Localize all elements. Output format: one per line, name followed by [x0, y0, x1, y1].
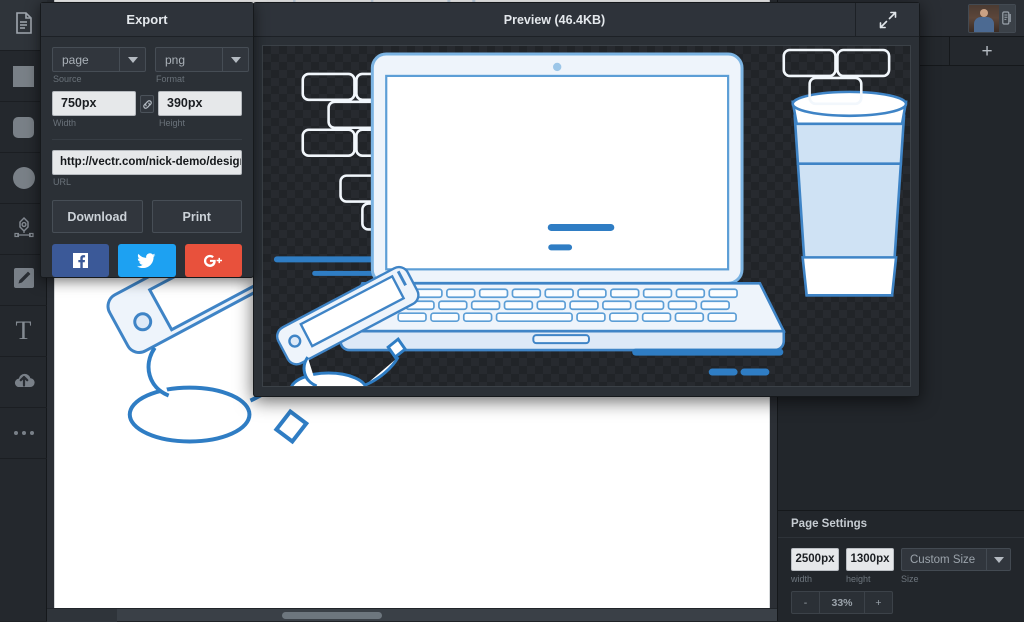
export-dialog-body: page Source png Format 750px Width 390px… — [41, 37, 253, 277]
facebook-icon — [73, 253, 89, 268]
pages-icon — [1002, 11, 1011, 25]
upload-tool[interactable] — [0, 357, 47, 408]
twitter-share-button[interactable] — [118, 244, 176, 277]
export-source-value: page — [62, 52, 89, 67]
export-dialog-title: Export — [41, 3, 253, 37]
rounded-square-icon — [13, 116, 34, 138]
page-size-value: Custom Size — [910, 553, 976, 566]
avatar-group[interactable] — [968, 3, 1016, 33]
page-settings-fields: 2500px width 1300px height Custom Size S… — [778, 538, 1024, 584]
scrollbar-thumb[interactable] — [282, 612, 382, 619]
avatar-body — [974, 16, 994, 32]
page-height-field: 1300px height — [846, 548, 894, 584]
export-url-label: URL — [53, 177, 72, 187]
scrollbar-track-cap — [47, 609, 117, 622]
export-dimensions-row: 750px Width 390px Height — [52, 91, 242, 128]
expand-preview-button[interactable] — [855, 2, 919, 37]
print-button[interactable]: Print — [151, 200, 242, 233]
preview-illustration — [273, 48, 908, 386]
googleplus-share-button[interactable] — [184, 244, 242, 277]
google-plus-icon — [204, 254, 223, 267]
export-width-field: 750px Width — [52, 91, 136, 128]
circle-icon — [12, 167, 35, 189]
export-format-value: png — [165, 52, 186, 67]
page-height-input[interactable]: 1300px — [846, 548, 894, 571]
page-size-field: Custom Size Size — [901, 548, 1011, 584]
text-tool[interactable]: T — [0, 306, 47, 357]
export-width-input[interactable]: 750px — [52, 91, 136, 116]
pages-toggle-button[interactable] — [999, 4, 1015, 32]
export-height-field: 390px Height — [158, 91, 242, 128]
export-format-label: Format — [156, 74, 185, 84]
page-settings-title: Page Settings — [778, 511, 1024, 538]
export-height-input[interactable]: 390px — [158, 91, 242, 116]
export-action-buttons: Download Print — [52, 200, 242, 233]
page-width-input[interactable]: 2500px — [791, 548, 839, 571]
chevron-down-icon — [119, 48, 145, 71]
page-size-select[interactable]: Custom Size — [901, 548, 1011, 571]
page-height-label: height — [846, 574, 871, 584]
upload-cloud-icon — [12, 370, 36, 395]
zoom-value: 33% — [831, 596, 853, 609]
export-url-field: http://vectr.com/nick-demo/designs/ma UR… — [52, 150, 242, 187]
avatar[interactable] — [969, 4, 999, 32]
chevron-down-icon — [222, 48, 248, 71]
export-dialog: Export page Source png Format 750px Widt… — [40, 2, 254, 278]
document-icon — [14, 11, 33, 39]
add-page-button[interactable]: + — [950, 37, 1024, 65]
page-width-label: width — [791, 574, 813, 584]
preview-header: Preview (46.4KB) — [254, 2, 919, 37]
page-settings-panel: Page Settings 2500px width 1300px height… — [778, 510, 1024, 621]
export-source-field: page Source — [52, 47, 146, 84]
avatar-head — [980, 8, 988, 17]
export-source-select[interactable]: page — [52, 47, 146, 72]
preview-canvas — [262, 45, 911, 387]
more-tool[interactable] — [0, 408, 47, 459]
export-format-select[interactable]: png — [155, 47, 249, 72]
facebook-share-button[interactable] — [52, 244, 110, 277]
download-button[interactable]: Download — [52, 200, 143, 233]
pen-tool-icon — [12, 215, 36, 244]
export-source-format-row: page Source png Format — [52, 47, 249, 84]
export-divider — [52, 139, 242, 140]
chevron-down-icon — [986, 549, 1010, 570]
text-icon: T — [15, 316, 32, 345]
social-share-buttons — [52, 244, 242, 277]
zoom-out-button[interactable]: - — [792, 592, 820, 613]
pencil-icon — [13, 267, 35, 294]
export-height-label: Height — [159, 118, 186, 128]
zoom-control: - 33% + — [791, 591, 893, 614]
export-source-label: Source — [53, 74, 82, 84]
twitter-icon — [137, 252, 157, 268]
zoom-in-button[interactable]: + — [864, 592, 892, 613]
horizontal-scrollbar[interactable] — [47, 608, 777, 622]
page-width-field: 2500px width — [791, 548, 839, 584]
square-icon — [13, 65, 34, 87]
preview-panel: Preview (46.4KB) — [253, 2, 920, 397]
vectr-app-window: T + Page Settings 2500px width 1300px he… — [0, 0, 1024, 622]
link-icon — [142, 99, 152, 109]
preview-title: Preview (46.4KB) — [503, 12, 606, 27]
page-size-label: Size — [901, 574, 919, 584]
export-url-input[interactable]: http://vectr.com/nick-demo/designs/ma — [52, 150, 242, 175]
expand-arrows-icon — [879, 11, 896, 28]
export-format-field: png Format — [155, 47, 249, 84]
aspect-lock-button[interactable] — [140, 95, 154, 113]
more-dots-icon — [13, 431, 34, 435]
export-width-label: Width — [53, 118, 77, 128]
